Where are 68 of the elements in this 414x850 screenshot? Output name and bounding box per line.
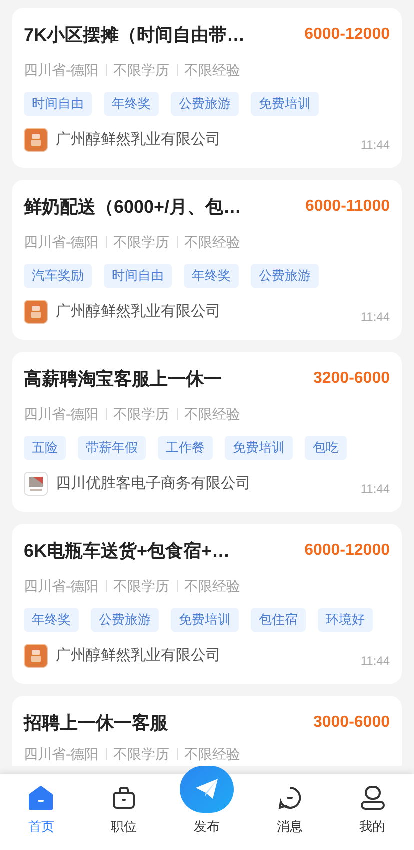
job-requirement: 不限经验 [184, 60, 241, 80]
nav-tab[interactable]: 消息 [248, 774, 332, 850]
job-requirement: 不限经验 [184, 404, 241, 424]
job-card[interactable]: 7K小区摆摊（时间自由带… 6000-12000 四川省-德阳 不限学历 不限经验 时间自由 年终奖 公费旅游 免费培训 广州醇鲜然乳业有限公司 11:44 [12, 8, 402, 168]
company-name: 广州醇鲜然乳业有限公司 [56, 646, 221, 666]
job-card[interactable]: 高薪聘淘宝客服上一休一 3200-6000 四川省-德阳 不限学历 不限经验 五险 带薪年假 工作餐 免费培训 包吃 四川优胜客电子商务有限公司 11:44 [12, 352, 402, 512]
job-title: 鲜奶配送（6000+/月、包… [24, 196, 242, 218]
company-name: 广州醇鲜然乳业有限公司 [56, 130, 221, 150]
nav-tab[interactable]: 首页 [0, 774, 83, 850]
benefit-tag: 年终奖 [184, 264, 239, 288]
benefit-tag: 工作餐 [158, 436, 213, 460]
job-title: 6K电瓶车送货+包食宿+… [24, 540, 230, 562]
job-requirement: 不限经验 [184, 744, 241, 764]
benefit-tag: 时间自由 [24, 92, 92, 116]
benefit-tag: 包住宿 [251, 608, 306, 632]
job-requirement: 不限学历 [114, 404, 170, 424]
benefit-tag: 公费旅游 [171, 92, 239, 116]
job-requirement: 不限学历 [114, 60, 170, 80]
post-time: 11:44 [360, 481, 390, 498]
job-requirement: 四川省-德阳 [24, 576, 99, 596]
company-name: 广州醇鲜然乳业有限公司 [56, 302, 221, 322]
job-requirement: 四川省-德阳 [24, 744, 99, 764]
salary: 3200-6000 [313, 369, 390, 389]
publish-tab[interactable]: 发布 [166, 766, 248, 850]
company-name: 四川优胜客电子商务有限公司 [56, 474, 251, 494]
post-time: 11:44 [360, 653, 390, 670]
benefit-tag: 包吃 [305, 436, 347, 460]
job-requirement: 不限经验 [184, 232, 241, 252]
benefit-tag: 汽车奖励 [24, 264, 92, 288]
benefit-tag: 公费旅游 [251, 264, 319, 288]
benefit-tag: 免费培训 [225, 436, 293, 460]
job-title: 招聘上一休一客服 [24, 712, 168, 734]
job-title: 高薪聘淘宝客服上一休一 [24, 368, 222, 390]
job-requirement: 不限学历 [114, 576, 170, 596]
job-title: 7K小区摆摊（时间自由带… [24, 24, 246, 46]
benefit-tag: 五险 [24, 436, 66, 460]
post-time: 11:44 [360, 137, 390, 154]
benefit-tag: 年终奖 [104, 92, 159, 116]
job-card[interactable]: 招聘上一休一客服 3000-6000 四川省-德阳 不限学历 不限经验 [12, 696, 402, 766]
nav-tab[interactable]: 我的 [331, 774, 414, 850]
job-requirement: 四川省-德阳 [24, 60, 99, 80]
job-requirement: 四川省-德阳 [24, 404, 99, 424]
company-logo-icon [24, 472, 48, 496]
job-requirement: 四川省-德阳 [24, 232, 99, 252]
benefit-tag: 年终奖 [24, 608, 79, 632]
benefit-tag: 免费培训 [251, 92, 319, 116]
company-logo-icon [24, 300, 48, 324]
post-time: 11:44 [360, 309, 390, 326]
salary: 3000-6000 [313, 713, 390, 733]
user-icon [360, 784, 386, 810]
salary: 6000-12000 [304, 25, 390, 45]
job-requirement: 不限学历 [114, 744, 170, 764]
company-logo-icon [24, 644, 48, 668]
home-icon [28, 784, 54, 810]
benefit-tag: 公费旅游 [91, 608, 159, 632]
job-requirement: 不限学历 [114, 232, 170, 252]
job-card[interactable]: 鲜奶配送（6000+/月、包… 6000-11000 四川省-德阳 不限学历 不限经验 汽车奖励 时间自由 年终奖 公费旅游 广州醇鲜然乳业有限公司 11:44 [12, 180, 402, 340]
briefcase-icon [111, 784, 138, 810]
salary: 6000-12000 [304, 541, 390, 561]
job-requirement: 不限经验 [184, 576, 241, 596]
benefit-tag: 免费培训 [171, 608, 239, 632]
company-logo-icon [24, 128, 48, 152]
benefit-tag: 时间自由 [104, 264, 172, 288]
salary: 6000-11000 [305, 197, 390, 217]
job-card[interactable]: 6K电瓶车送货+包食宿+… 6000-12000 四川省-德阳 不限学历 不限经验 年终奖 公费旅游 免费培训 包住宿 环境好 广州醇鲜然乳业有限公司 11:44 [12, 524, 402, 684]
benefit-tag: 环境好 [318, 608, 373, 632]
nav-tab[interactable]: 职位 [82, 774, 166, 850]
benefit-tag: 带薪年假 [78, 436, 146, 460]
